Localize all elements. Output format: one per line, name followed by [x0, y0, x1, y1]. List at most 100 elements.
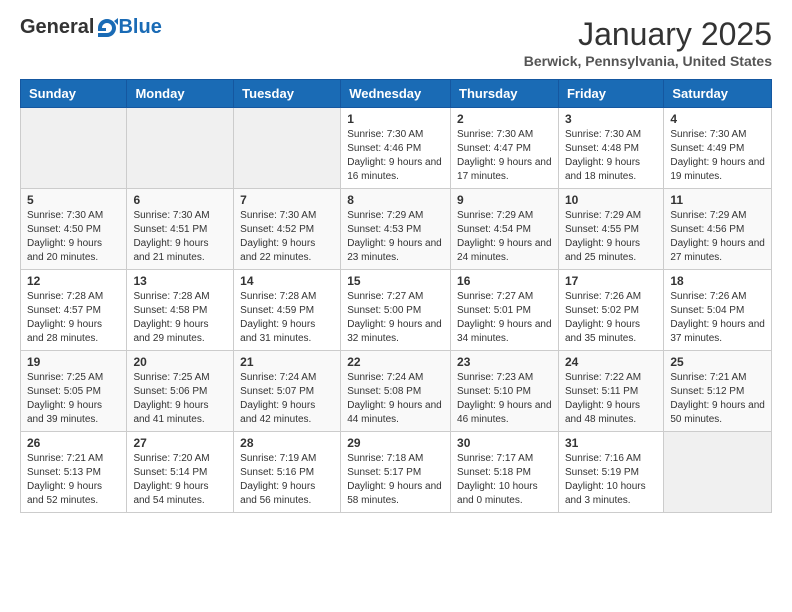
table-row: 9Sunrise: 7:29 AMSunset: 4:54 PMDaylight… — [451, 189, 559, 270]
table-row: 12 Sunrise: 7:28 AMSunset: 4:57 PMDayligh… — [21, 270, 127, 351]
day-number: 1 — [347, 112, 444, 126]
title-section: January 2025 Berwick, Pennsylvania, Unit… — [524, 16, 772, 69]
day-info: Sunrise: 7:30 AMSunset: 4:49 PMDaylight:… — [670, 128, 765, 184]
day-number: 5 — [27, 193, 120, 207]
day-info: Sunrise: 7:21 AMSunset: 5:12 PMDaylight:… — [670, 371, 765, 427]
day-info: Sunrise: 7:27 AMSunset: 5:01 PMDaylight:… — [457, 290, 552, 346]
day-info: Sunrise: 7:19 AMSunset: 5:16 PMDaylight:… — [240, 452, 334, 508]
calendar-week-1: 1 Sunrise: 7:30 AMSunset: 4:46 PMDaylight… — [21, 108, 772, 189]
day-number: 19 — [27, 355, 120, 369]
calendar-week-4: 19 Sunrise: 7:25 AMSunset: 5:05 PMDayligh… — [21, 351, 772, 432]
header-friday: Friday — [558, 80, 663, 108]
table-row: 19 Sunrise: 7:25 AMSunset: 5:05 PMDayligh… — [21, 351, 127, 432]
day-number: 23 — [457, 355, 552, 369]
day-number: 7 — [240, 193, 334, 207]
table-row: 24 Sunrise: 7:22 AMSunset: 5:11 PMDayligh… — [558, 351, 663, 432]
day-number: 20 — [133, 355, 227, 369]
day-info: Sunrise: 7:25 AMSunset: 5:05 PMDaylight:… — [27, 371, 120, 427]
day-info: Sunrise: 7:29 AMSunset: 4:55 PMDaylight:… — [565, 209, 657, 265]
table-row: 29 Sunrise: 7:18 AMSunset: 5:17 PMDayligh… — [341, 432, 451, 513]
table-row: 15 Sunrise: 7:27 AMSunset: 5:00 PMDayligh… — [341, 270, 451, 351]
day-info: Sunrise: 7:30 AMSunset: 4:46 PMDaylight:… — [347, 128, 444, 184]
day-number: 13 — [133, 274, 227, 288]
day-info: Sunrise: 7:20 AMSunset: 5:14 PMDaylight:… — [133, 452, 227, 508]
calendar: Sunday Monday Tuesday Wednesday Thursday… — [20, 79, 772, 513]
day-info: Sunrise: 7:25 AMSunset: 5:06 PMDaylight:… — [133, 371, 227, 427]
table-row: 16Sunrise: 7:27 AMSunset: 5:01 PMDayligh… — [451, 270, 559, 351]
table-row: 4Sunrise: 7:30 AMSunset: 4:49 PMDaylight… — [664, 108, 772, 189]
day-info: Sunrise: 7:30 AMSunset: 4:50 PMDaylight:… — [27, 209, 120, 265]
day-info: Sunrise: 7:18 AMSunset: 5:17 PMDaylight:… — [347, 452, 444, 508]
day-info: Sunrise: 7:23 AMSunset: 5:10 PMDaylight:… — [457, 371, 552, 427]
day-number: 21 — [240, 355, 334, 369]
table-row: 8 Sunrise: 7:29 AMSunset: 4:53 PMDaylight… — [341, 189, 451, 270]
table-row: 31 Sunrise: 7:16 AMSunset: 5:19 PMDayligh… — [558, 432, 663, 513]
table-row — [127, 108, 234, 189]
table-row: 21 Sunrise: 7:24 AMSunset: 5:07 PMDayligh… — [234, 351, 341, 432]
header-thursday: Thursday — [451, 80, 559, 108]
table-row: 7 Sunrise: 7:30 AMSunset: 4:52 PMDaylight… — [234, 189, 341, 270]
day-number: 9 — [457, 193, 552, 207]
day-info: Sunrise: 7:28 AMSunset: 4:59 PMDaylight:… — [240, 290, 334, 346]
day-info: Sunrise: 7:29 AMSunset: 4:56 PMDaylight:… — [670, 209, 765, 265]
day-number: 22 — [347, 355, 444, 369]
table-row: 5 Sunrise: 7:30 AMSunset: 4:50 PMDaylight… — [21, 189, 127, 270]
day-number: 8 — [347, 193, 444, 207]
logo-general-text: General — [20, 16, 94, 39]
logo: General Blue — [20, 16, 162, 39]
day-number: 26 — [27, 436, 120, 450]
table-row: 30Sunrise: 7:17 AMSunset: 5:18 PMDayligh… — [451, 432, 559, 513]
table-row: 27 Sunrise: 7:20 AMSunset: 5:14 PMDayligh… — [127, 432, 234, 513]
logo-icon — [96, 17, 118, 39]
table-row: 23 Sunrise: 7:23 AMSunset: 5:10 PMDayligh… — [451, 351, 559, 432]
day-info: Sunrise: 7:30 AMSunset: 4:48 PMDaylight:… — [565, 128, 657, 184]
day-number: 29 — [347, 436, 444, 450]
header-wednesday: Wednesday — [341, 80, 451, 108]
day-number: 17 — [565, 274, 657, 288]
logo-blue-text: Blue — [118, 16, 161, 39]
day-info: Sunrise: 7:28 AMSunset: 4:57 PMDaylight:… — [27, 290, 120, 346]
day-number: 10 — [565, 193, 657, 207]
day-info: Sunrise: 7:28 AMSunset: 4:58 PMDaylight:… — [133, 290, 227, 346]
page: General Blue January 2025 Berwick, Penns… — [0, 0, 792, 523]
table-row: 2Sunrise: 7:30 AMSunset: 4:47 PMDaylight… — [451, 108, 559, 189]
day-number: 24 — [565, 355, 657, 369]
header-sunday: Sunday — [21, 80, 127, 108]
day-info: Sunrise: 7:24 AMSunset: 5:08 PMDaylight:… — [347, 371, 444, 427]
day-info: Sunrise: 7:24 AMSunset: 5:07 PMDaylight:… — [240, 371, 334, 427]
day-number: 31 — [565, 436, 657, 450]
table-row — [21, 108, 127, 189]
header-row: Sunday Monday Tuesday Wednesday Thursday… — [21, 80, 772, 108]
day-number: 18 — [670, 274, 765, 288]
day-number: 6 — [133, 193, 227, 207]
table-row: 17Sunrise: 7:26 AMSunset: 5:02 PMDayligh… — [558, 270, 663, 351]
day-number: 14 — [240, 274, 334, 288]
day-number: 15 — [347, 274, 444, 288]
table-row — [234, 108, 341, 189]
table-row: 6Sunrise: 7:30 AMSunset: 4:51 PMDaylight… — [127, 189, 234, 270]
table-row: 3 Sunrise: 7:30 AMSunset: 4:48 PMDaylight… — [558, 108, 663, 189]
day-info: Sunrise: 7:22 AMSunset: 5:11 PMDaylight:… — [565, 371, 657, 427]
day-info: Sunrise: 7:16 AMSunset: 5:19 PMDaylight:… — [565, 452, 657, 508]
day-number: 25 — [670, 355, 765, 369]
table-row: 28 Sunrise: 7:19 AMSunset: 5:16 PMDayligh… — [234, 432, 341, 513]
header: General Blue January 2025 Berwick, Penns… — [20, 16, 772, 69]
day-number: 11 — [670, 193, 765, 207]
day-info: Sunrise: 7:30 AMSunset: 4:52 PMDaylight:… — [240, 209, 334, 265]
month-title: January 2025 — [524, 16, 772, 53]
table-row: 13 Sunrise: 7:28 AMSunset: 4:58 PMDayligh… — [127, 270, 234, 351]
header-tuesday: Tuesday — [234, 80, 341, 108]
day-info: Sunrise: 7:29 AMSunset: 4:53 PMDaylight:… — [347, 209, 444, 265]
calendar-week-2: 5 Sunrise: 7:30 AMSunset: 4:50 PMDaylight… — [21, 189, 772, 270]
day-number: 27 — [133, 436, 227, 450]
day-number: 12 — [27, 274, 120, 288]
day-info: Sunrise: 7:27 AMSunset: 5:00 PMDaylight:… — [347, 290, 444, 346]
table-row: 26 Sunrise: 7:21 AMSunset: 5:13 PMDayligh… — [21, 432, 127, 513]
header-monday: Monday — [127, 80, 234, 108]
day-info: Sunrise: 7:30 AMSunset: 4:47 PMDaylight:… — [457, 128, 552, 184]
day-number: 28 — [240, 436, 334, 450]
day-number: 3 — [565, 112, 657, 126]
table-row: 25 Sunrise: 7:21 AMSunset: 5:12 PMDayligh… — [664, 351, 772, 432]
table-row: 1 Sunrise: 7:30 AMSunset: 4:46 PMDaylight… — [341, 108, 451, 189]
day-info: Sunrise: 7:21 AMSunset: 5:13 PMDaylight:… — [27, 452, 120, 508]
